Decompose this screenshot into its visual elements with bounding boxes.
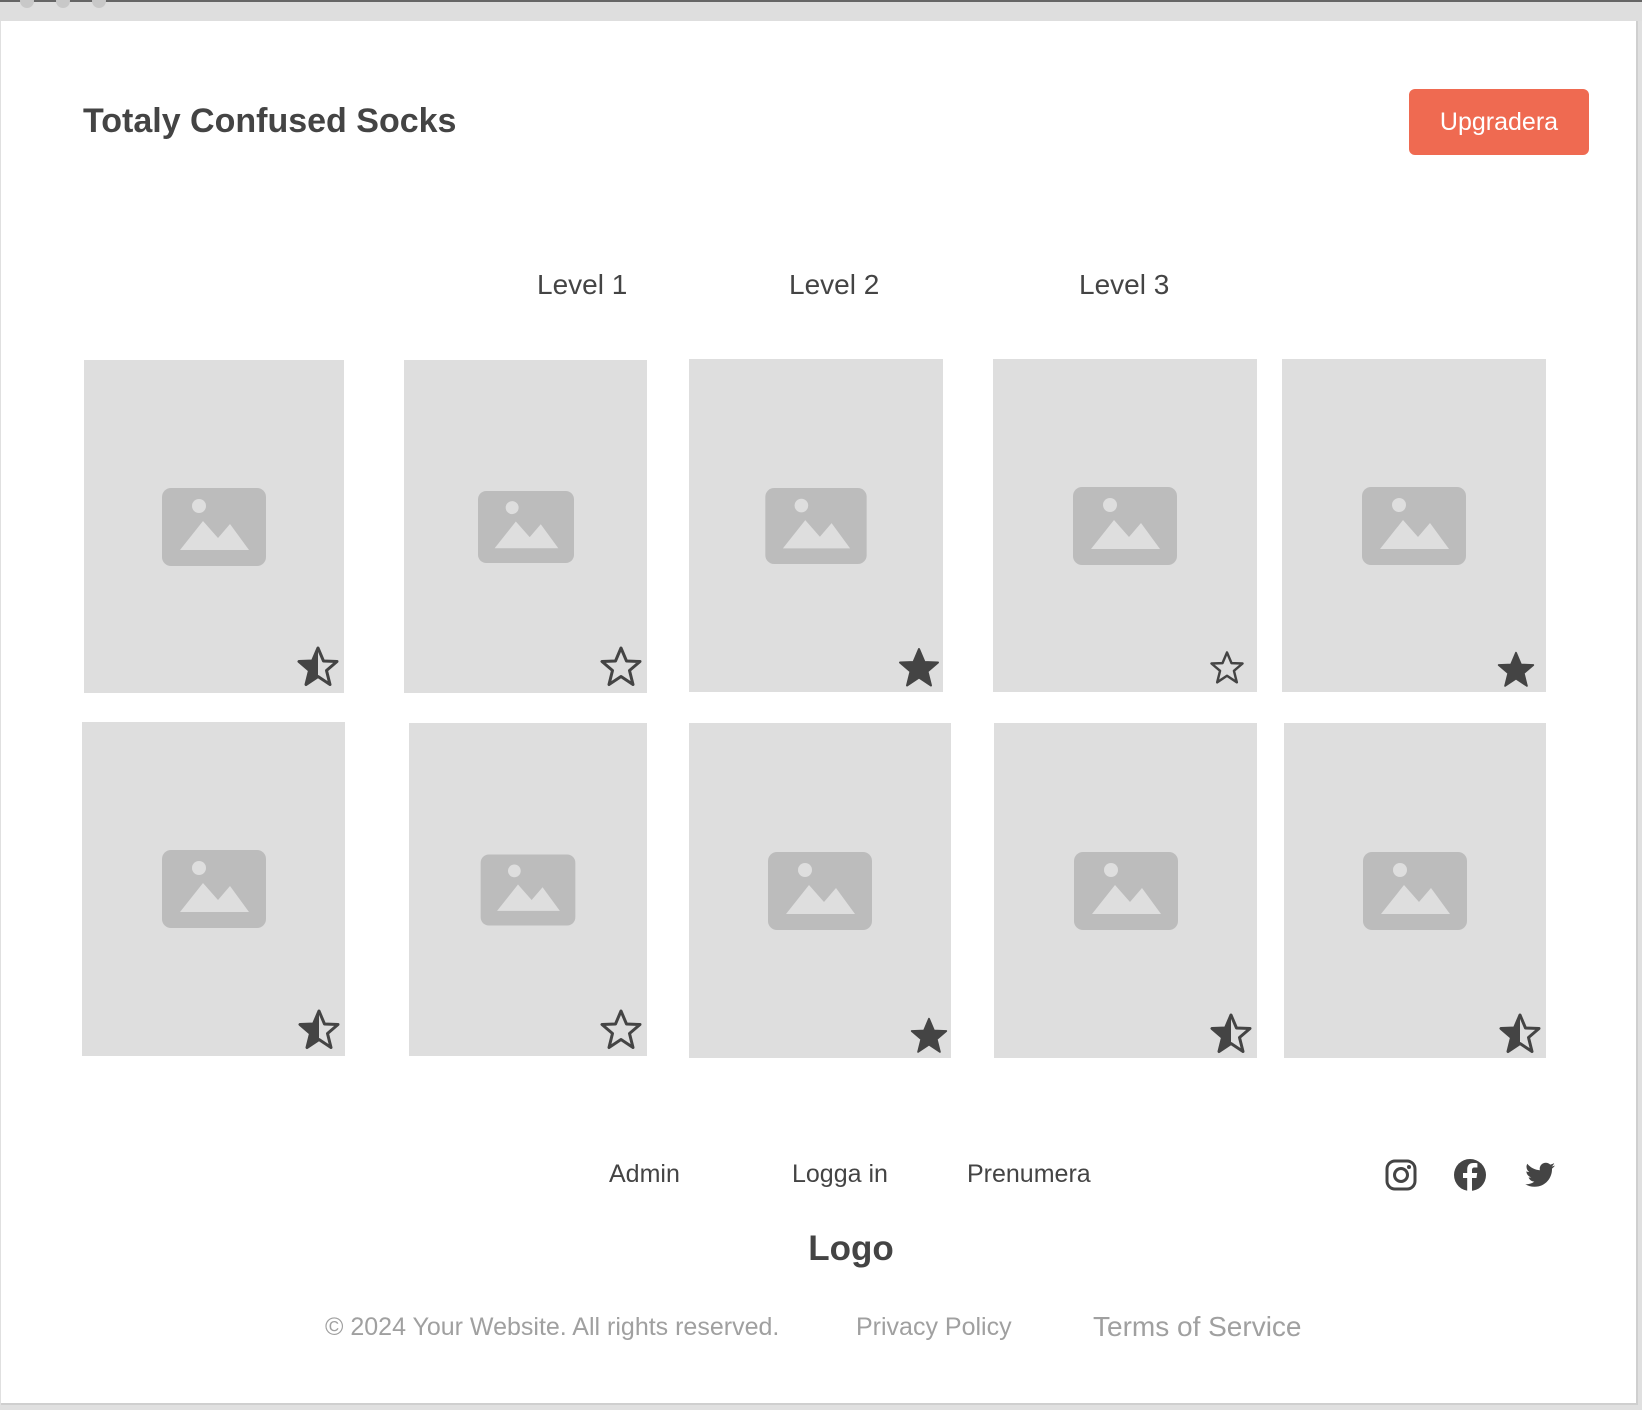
sock-card[interactable] — [82, 722, 345, 1056]
image-placeholder-icon — [765, 487, 867, 564]
sock-card[interactable] — [1284, 723, 1546, 1058]
window-close-dot[interactable] — [20, 0, 34, 8]
footer-link-login[interactable]: Logga in — [792, 1160, 888, 1189]
sock-card[interactable] — [689, 723, 951, 1058]
image-placeholder-icon — [480, 854, 576, 925]
window-minimize-dot[interactable] — [56, 0, 70, 8]
site-title: Totaly Confused Socks — [83, 102, 457, 140]
image-placeholder-icon — [1073, 486, 1178, 565]
privacy-policy-link[interactable]: Privacy Policy — [856, 1313, 1012, 1342]
page-content: Totaly Confused Socks Upgradera Level 1 … — [1, 21, 1638, 1405]
footer-logo: Logo — [808, 1229, 894, 1268]
footer-link-subscribe[interactable]: Prenumera — [967, 1160, 1091, 1189]
filled-star-icon[interactable] — [1496, 650, 1536, 690]
sock-card[interactable] — [404, 360, 647, 693]
half-star-icon[interactable] — [296, 645, 340, 689]
instagram-icon[interactable] — [1384, 1158, 1418, 1192]
level-3-label[interactable]: Level 3 — [1079, 269, 1169, 301]
half-star-icon[interactable] — [297, 1008, 341, 1052]
sock-card[interactable] — [994, 723, 1257, 1058]
footer-link-admin[interactable]: Admin — [609, 1160, 680, 1189]
sock-card[interactable] — [409, 723, 647, 1056]
sock-card[interactable] — [1282, 359, 1546, 692]
outline-star-icon[interactable] — [1209, 650, 1245, 686]
facebook-icon[interactable] — [1453, 1158, 1487, 1192]
half-star-icon[interactable] — [1209, 1012, 1253, 1056]
outline-star-icon[interactable] — [599, 1008, 643, 1052]
window-controls — [20, 0, 128, 13]
sock-card[interactable] — [689, 359, 943, 692]
filled-star-icon[interactable] — [897, 646, 941, 690]
window-maximize-dot[interactable] — [92, 0, 106, 8]
upgrade-button[interactable]: Upgradera — [1409, 89, 1589, 155]
copyright-text: © 2024 Your Website. All rights reserved… — [325, 1313, 780, 1341]
image-placeholder-icon — [1362, 486, 1467, 565]
image-placeholder-icon — [477, 490, 574, 563]
level-1-label[interactable]: Level 1 — [537, 269, 627, 301]
outline-star-icon[interactable] — [599, 645, 643, 689]
image-placeholder-icon — [162, 487, 266, 566]
window-top-bar — [0, 0, 1642, 21]
half-star-icon[interactable] — [1498, 1012, 1542, 1056]
image-placeholder-icon — [1073, 851, 1178, 930]
sock-card[interactable] — [84, 360, 344, 693]
level-2-label[interactable]: Level 2 — [789, 269, 879, 301]
sock-card[interactable] — [993, 359, 1257, 692]
terms-of-service-link[interactable]: Terms of Service — [1093, 1311, 1302, 1343]
image-placeholder-icon — [1363, 851, 1467, 930]
image-placeholder-icon — [161, 850, 266, 928]
filled-star-icon[interactable] — [909, 1016, 949, 1056]
twitter-icon[interactable] — [1523, 1158, 1557, 1192]
image-placeholder-icon — [768, 851, 872, 930]
